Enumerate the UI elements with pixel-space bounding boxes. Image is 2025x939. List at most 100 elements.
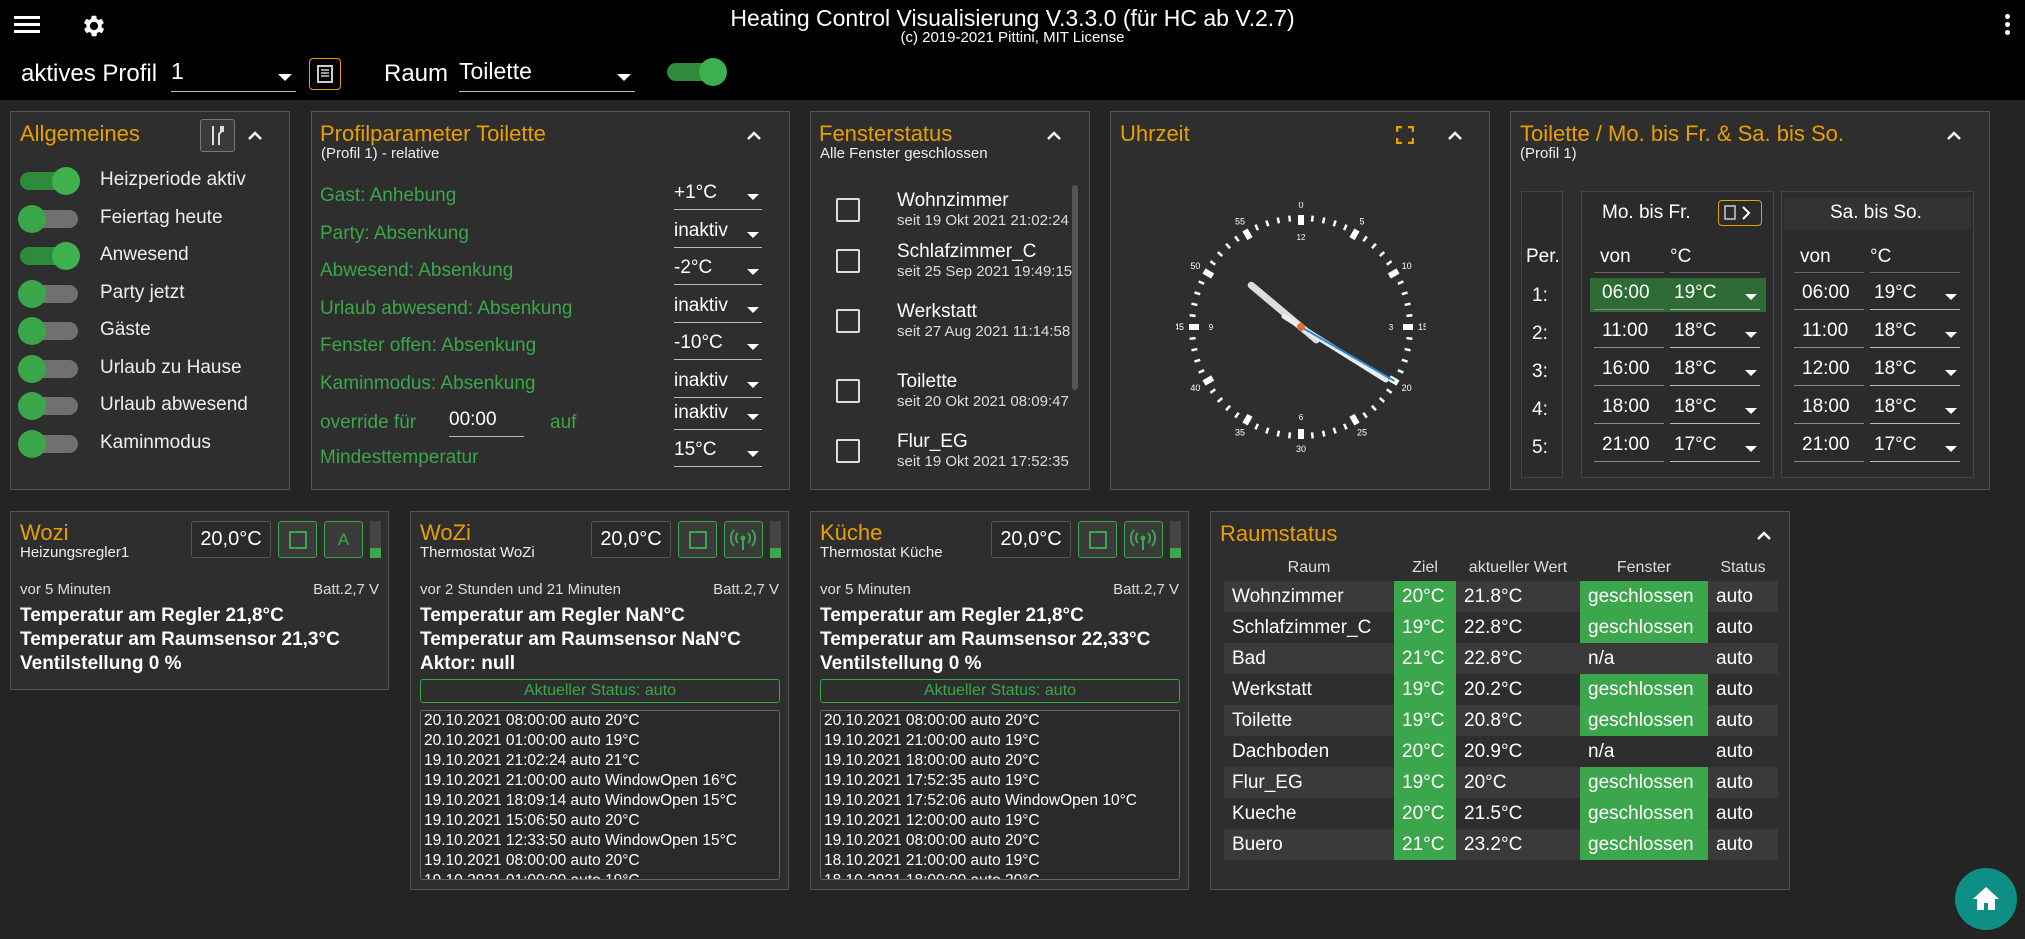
table-cell: geschlossen: [1580, 767, 1708, 798]
period-time-input[interactable]: 11:00: [1594, 320, 1664, 348]
param-value: inaktiv: [674, 294, 728, 316]
table-cell: auto: [1708, 581, 1778, 612]
period-temp-value: 19°C: [1874, 282, 1917, 303]
column-header: Fenster: [1616, 559, 1672, 576]
home-button[interactable]: [1955, 868, 2017, 930]
clock-hour-label: 9: [1209, 323, 1214, 332]
setpoint-display[interactable]: 20,0°C: [991, 521, 1071, 558]
period-temp-select[interactable]: 18°C: [1670, 396, 1760, 424]
more-menu-icon[interactable]: [2005, 14, 2011, 38]
battery-level-indicator: [1170, 521, 1181, 558]
period-time-input[interactable]: 06:00: [1594, 282, 1664, 310]
log-entry: 19.10.2021 08:00:00 auto 20°C: [424, 852, 640, 869]
toggle-switch[interactable]: [18, 167, 80, 195]
auto-mode-button[interactable]: A: [324, 521, 363, 558]
param-select[interactable]: inaktiv: [674, 370, 762, 398]
toggle-label: Feiertag heute: [100, 206, 223, 228]
table-row: Bad 21°C 22.8°C n/a auto: [1224, 643, 1778, 674]
param-select[interactable]: -2°C: [674, 257, 762, 285]
table-row: Schlafzimmer_C 19°C 22.8°C geschlossen auto: [1224, 612, 1778, 643]
tools-button[interactable]: [200, 119, 235, 152]
override-time-input[interactable]: 00:00: [449, 409, 524, 437]
param-select[interactable]: inaktiv: [674, 220, 762, 248]
table-row: Flur_EG 19°C 20°C geschlossen auto: [1224, 767, 1778, 798]
collapse-chevron-up-icon[interactable]: [1447, 128, 1463, 144]
copy-profile-button[interactable]: [309, 58, 341, 90]
toggle-switch[interactable]: [18, 317, 80, 345]
copy-schedule-button[interactable]: [1718, 200, 1762, 226]
window-status-button[interactable]: [678, 521, 717, 558]
toggle-switch[interactable]: [18, 204, 80, 233]
clock-minute-label: 20: [1402, 383, 1412, 393]
toggle-switch[interactable]: [18, 429, 80, 458]
battery-voltage: Batt.2,7 V: [313, 581, 379, 598]
param-select[interactable]: -10°C: [674, 332, 762, 360]
period-temp-select[interactable]: 18°C: [1870, 320, 1960, 348]
window-since: seit 19 Okt 2021 21:02:24: [897, 212, 1069, 229]
clock-tick: [1198, 368, 1205, 374]
table-cell: n/a: [1580, 736, 1708, 767]
radio-signal-button[interactable]: [1124, 521, 1163, 558]
period-time-input[interactable]: 16:00: [1594, 358, 1664, 386]
collapse-chevron-up-icon[interactable]: [247, 128, 263, 144]
device-reading: Temperatur am Regler NaN°C: [420, 605, 685, 626]
clock-hour-label: 6: [1299, 413, 1304, 422]
app-header: Heating Control Visualisierung V.3.3.0 (…: [0, 0, 2025, 50]
override-value-select[interactable]: inaktiv: [674, 402, 762, 430]
period-time-input[interactable]: 18:00: [1594, 396, 1664, 424]
period-temp-select[interactable]: 18°C: [1670, 358, 1760, 386]
period-temp-select[interactable]: 17°C: [1670, 434, 1760, 462]
analog-clock: 0 5 10 15 20 25 30 35 40 45 50 55 12 3 6 9: [1176, 202, 1426, 452]
room-enable-toggle[interactable]: [665, 58, 727, 86]
period-temp-select[interactable]: 19°C: [1870, 282, 1960, 310]
param-label: Fenster offen: Absenkung: [320, 335, 537, 356]
param-select[interactable]: inaktiv: [674, 295, 762, 323]
toggle-switch[interactable]: [18, 242, 80, 270]
home-icon: [1973, 887, 1999, 910]
fullscreen-icon[interactable]: [1396, 126, 1414, 144]
setpoint-display[interactable]: 20,0°C: [591, 521, 671, 558]
collapse-chevron-up-icon[interactable]: [1946, 128, 1962, 144]
toggle-switch[interactable]: [18, 392, 80, 420]
table-cell: geschlossen: [1580, 581, 1708, 612]
log-entry: 19.10.2021 17:52:06 auto WindowOpen 10°C: [824, 792, 1137, 809]
chevron-down-icon: [747, 414, 759, 420]
period-time-input[interactable]: 12:00: [1794, 358, 1864, 386]
current-status: Aktueller Status: auto: [820, 679, 1180, 703]
window-status-button[interactable]: [278, 521, 317, 558]
period-time-input[interactable]: 06:00: [1794, 282, 1864, 310]
param-value: -10°C: [674, 332, 723, 353]
period-time-input[interactable]: 18:00: [1794, 396, 1864, 424]
setpoint-display[interactable]: 20,0°C: [191, 521, 271, 558]
period-temp-select[interactable]: 18°C: [1870, 396, 1960, 424]
clock-tick: [1310, 432, 1314, 439]
period-time-input[interactable]: 11:00: [1794, 320, 1864, 348]
window-status-button[interactable]: [1078, 521, 1117, 558]
room-select[interactable]: Toilette: [459, 58, 635, 92]
period-time-input[interactable]: 21:00: [1594, 434, 1664, 462]
collapse-chevron-up-icon[interactable]: [746, 128, 762, 144]
clock-tick: [1265, 220, 1270, 227]
min-temp-select[interactable]: 15°C: [674, 439, 762, 467]
card-title: Raumstatus: [1220, 521, 1338, 546]
param-value: +1°C: [674, 182, 717, 203]
von-header: von: [1600, 246, 1631, 267]
history-log[interactable]: 20.10.2021 08:00:00 auto 20°C 19.10.2021 …: [820, 710, 1180, 880]
radio-signal-button[interactable]: [724, 521, 763, 558]
collapse-chevron-up-icon[interactable]: [1046, 128, 1062, 144]
clock-tick: [1209, 388, 1216, 394]
table-cell: 21°C: [1394, 643, 1456, 674]
collapse-chevron-up-icon[interactable]: [1756, 528, 1772, 544]
period-temp-select[interactable]: 18°C: [1670, 320, 1760, 348]
history-log[interactable]: 20.10.2021 08:00:00 auto 20°C 20.10.2021 …: [420, 710, 780, 880]
period-time-input[interactable]: 21:00: [1794, 434, 1864, 462]
period-temp-select[interactable]: 18°C: [1870, 358, 1960, 386]
param-select[interactable]: +1°C: [674, 182, 762, 210]
table-cell: 20°C: [1394, 581, 1456, 612]
toggle-switch[interactable]: [18, 279, 80, 308]
period-temp-select[interactable]: 19°C: [1670, 282, 1760, 310]
toggle-switch[interactable]: [18, 354, 80, 383]
profile-select[interactable]: 1: [171, 58, 296, 92]
period-temp-select[interactable]: 17°C: [1870, 434, 1960, 462]
period-temp-value: 18°C: [1674, 320, 1717, 341]
